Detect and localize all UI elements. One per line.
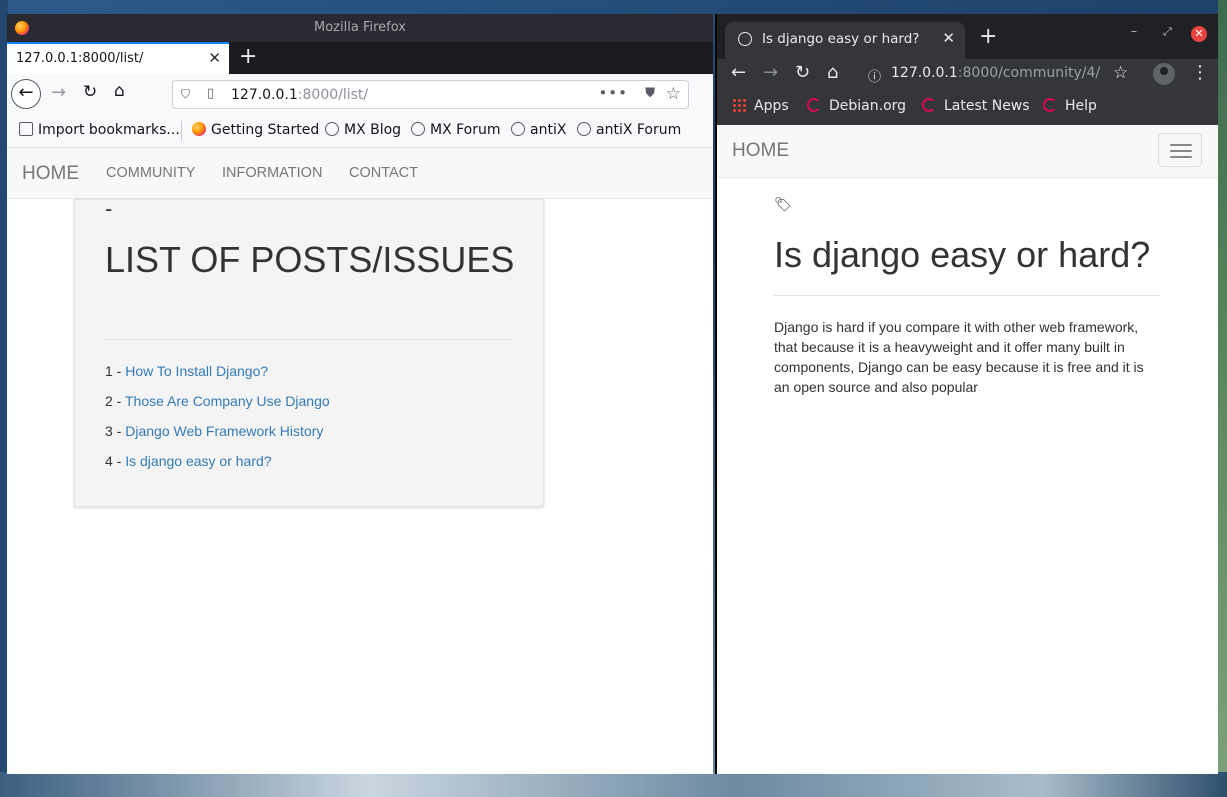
post-link[interactable]: How To Install Django? [125,363,268,379]
bookmark-latest-news[interactable]: Latest News [922,98,1030,114]
chrome-window: Is django easy or hard? ✕ + – ⤢ ✕ ← → ↻ … [715,14,1218,774]
list-item: 1 - How To Install Django? [105,363,269,379]
reload-button[interactable]: ↻ [83,82,97,102]
firefox-page-content: HOME COMMUNITY INFORMATION CONTACT - LIS… [7,148,713,774]
shield-icon[interactable]: ⛉ [181,87,190,102]
globe-icon [577,122,591,136]
bookmark-star-icon[interactable]: ☆ [1113,63,1128,83]
new-tab-button[interactable]: + [239,45,257,69]
post-title: Is django easy or hard? [774,234,1151,275]
debian-icon [1043,98,1057,112]
chrome-toolbar: ← → ↻ ⌂ ⓘ 127.0.0.1:8000/community/4/ ☆ … [717,59,1218,89]
bookmark-mx-forum[interactable]: MX Forum [411,122,501,138]
reload-button[interactable]: ↻ [795,62,810,83]
debian-icon [922,98,936,112]
bookmark-mx-blog[interactable]: MX Blog [325,122,401,138]
chrome-tab-title: Is django easy or hard? [762,31,920,47]
chrome-tab-post[interactable]: Is django easy or hard? ✕ [725,22,965,59]
globe-icon [738,32,752,46]
post-link[interactable]: Django Web Framework History [125,423,323,439]
import-icon [19,122,33,136]
bookmark-antix[interactable]: antiX [511,122,566,138]
firefox-nav-toolbar: ← → ↻ ⌂ ⛉ ▯ 127.0.0.1:8000/list/ ••• ⛊ ☆ [7,74,713,114]
pocket-icon[interactable]: ⛊ [645,86,655,101]
back-button[interactable]: ← [731,62,746,83]
info-icon[interactable]: ⓘ [868,66,881,85]
nav-contact-link[interactable]: CONTACT [349,165,418,181]
globe-icon [411,122,425,136]
bookmark-help[interactable]: Help [1043,98,1097,114]
site-navbar: HOME COMMUNITY INFORMATION CONTACT [7,148,713,199]
globe-icon [511,122,525,136]
firefox-tabbar: 127.0.0.1:8000/list/ ✕ + [7,42,713,74]
forward-button[interactable]: → [763,62,778,83]
card-dash: - [105,196,113,221]
bookmark-antix-forum[interactable]: antiX Forum [577,122,681,138]
firefox-tab-title: 127.0.0.1:8000/list/ [16,51,144,66]
firefox-url-text[interactable]: 127.0.0.1:8000/list/ [231,87,368,103]
globe-icon [325,122,339,136]
chrome-bookmarks-bar: Apps Debian.org Latest News Help [717,89,1218,125]
list-item: 4 - Is django easy or hard? [105,453,272,469]
site-navbar: HOME [717,125,1218,178]
page-title: LIST OF POSTS/ISSUES [105,239,515,280]
nav-information-link[interactable]: INFORMATION [222,165,322,181]
close-tab-icon[interactable]: ✕ [942,29,955,47]
back-button[interactable]: ← [11,79,41,109]
more-menu-icon[interactable]: ⋮ [1191,62,1209,83]
hamburger-menu-button[interactable] [1158,133,1202,167]
bookmark-getting-started[interactable]: Getting Started [192,122,319,138]
desktop-background-bottom [0,772,1227,797]
list-item: 2 - Those Are Company Use Django [105,393,330,409]
tag-icon: 🏷 [774,196,792,212]
home-button[interactable]: ⌂ [114,81,125,101]
chrome-url-text[interactable]: 127.0.0.1:8000/community/4/ [891,65,1100,81]
list-item: 3 - Django Web Framework History [105,423,324,439]
minimize-icon[interactable]: – [1131,24,1137,38]
post-body: Django is hard if you compare it with ot… [774,319,1144,395]
close-window-icon[interactable]: ✕ [1191,26,1207,42]
divider [105,339,512,340]
forward-button[interactable]: → [51,82,66,103]
firefox-url-bar[interactable]: ⛉ ▯ 127.0.0.1:8000/list/ ••• ⛊ ☆ [172,80,689,109]
bookmark-import[interactable]: Import bookmarks... [19,122,180,138]
divider [774,295,1160,296]
posts-card: - LIST OF POSTS/ISSUES 1 - How To Instal… [74,196,544,507]
page-actions-menu-icon[interactable]: ••• [598,84,628,102]
post-link[interactable]: Those Are Company Use Django [125,393,330,409]
bookmark-apps[interactable]: Apps [732,98,789,114]
desktop-background-right [1218,0,1227,797]
home-button[interactable]: ⌂ [827,62,838,83]
firefox-titlebar[interactable]: Mozilla Firefox [7,14,713,42]
nav-community-link[interactable]: COMMUNITY [106,165,195,181]
nav-home-link[interactable]: HOME [22,163,79,185]
post-link[interactable]: Is django easy or hard? [125,453,271,469]
debian-icon [807,98,821,112]
nav-home-link[interactable]: HOME [732,140,789,162]
new-tab-button[interactable]: + [979,24,997,49]
profile-avatar-icon[interactable] [1153,63,1175,85]
maximize-icon[interactable]: ⤢ [1163,25,1172,39]
firefox-tab-list[interactable]: 127.0.0.1:8000/list/ ✕ [7,42,229,74]
apps-grid-icon [732,98,746,112]
chrome-tabstrip: Is django easy or hard? ✕ + – ⤢ ✕ [717,14,1218,59]
bookmark-star-icon[interactable]: ☆ [666,84,681,104]
chrome-page-content: HOME 🏷 Is django easy or hard? Django is… [717,125,1218,774]
firefox-bookmarks-bar: Import bookmarks... Getting Started MX B… [7,114,713,148]
firefox-window-title: Mozilla Firefox [314,20,406,35]
firefox-icon [192,122,206,136]
chrome-omnibox[interactable]: ⓘ 127.0.0.1:8000/community/4/ [860,60,1140,88]
bookmark-debian[interactable]: Debian.org [807,98,906,114]
firefox-window: Mozilla Firefox 127.0.0.1:8000/list/ ✕ +… [7,14,713,774]
close-tab-icon[interactable]: ✕ [208,49,221,67]
bookmarks-separator [181,121,182,141]
page-icon: ▯ [207,86,215,101]
